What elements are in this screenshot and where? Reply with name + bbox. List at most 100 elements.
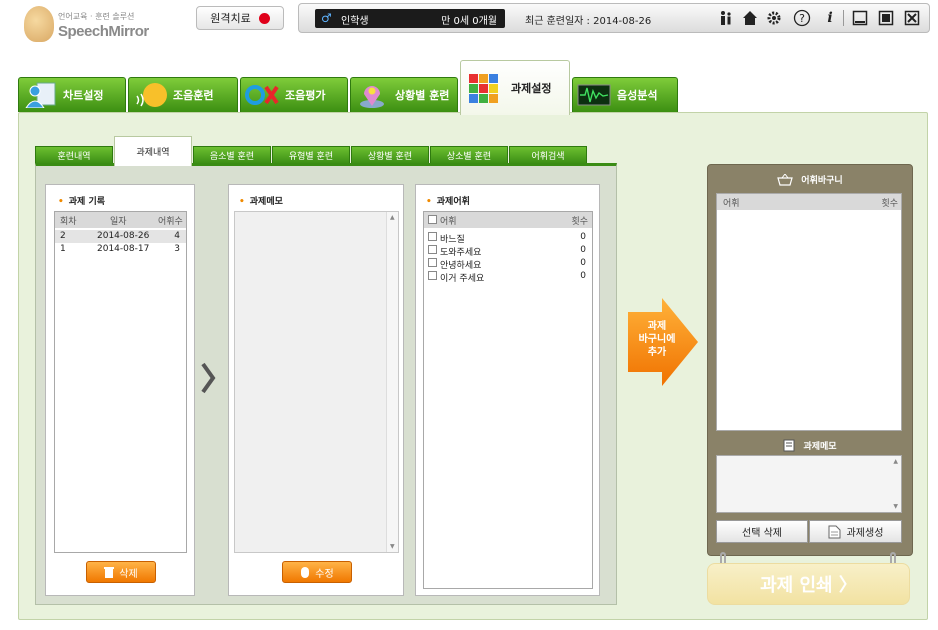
subtab-label: 훈련내역 bbox=[57, 152, 91, 162]
col-count[interactable]: 횟수 bbox=[881, 196, 898, 209]
status-panel: ♂ 인학생 만 0세 0개월 최근 훈련일자 : 2014-08-26 ? i bbox=[298, 3, 930, 33]
row-checkbox[interactable] bbox=[428, 271, 437, 280]
help-icon[interactable]: ? bbox=[793, 9, 811, 27]
table-row[interactable]: 도와주세요 0 bbox=[424, 244, 592, 258]
create-task-button[interactable]: 과제생성 bbox=[809, 520, 902, 543]
logo-head-icon bbox=[24, 6, 54, 42]
patient-age: 만 0세 0개월 bbox=[441, 16, 497, 27]
col-word[interactable]: 어휘 bbox=[723, 196, 740, 209]
tab-articulation-assessment[interactable]: 조음평가 bbox=[240, 77, 348, 112]
subtab-label: 상소별 훈련 bbox=[446, 152, 492, 162]
tab-articulation-training[interactable]: 조음훈련 bbox=[128, 77, 238, 112]
subtab-label: 상황별 훈련 bbox=[367, 152, 413, 162]
basket-title: 어휘바구니 bbox=[801, 176, 843, 186]
waveform-icon bbox=[577, 82, 611, 108]
col-count[interactable]: 횟수 bbox=[571, 214, 588, 227]
col-date[interactable]: 일자 bbox=[110, 214, 127, 227]
scroll-up-icon[interactable]: ▲ bbox=[390, 214, 395, 221]
remote-therapy-button[interactable]: 원격치료 bbox=[196, 6, 284, 30]
select-all-checkbox[interactable] bbox=[428, 215, 437, 224]
table-row[interactable]: 안녕하세요 0 bbox=[424, 257, 592, 271]
delete-button[interactable]: 삭제 bbox=[86, 561, 156, 583]
memo-scrollbar[interactable]: ▲ ▼ bbox=[386, 212, 398, 552]
task-vocab-title: • 과제어휘 bbox=[426, 197, 470, 207]
basket-memo-textarea[interactable]: ▲ ▼ bbox=[716, 455, 902, 513]
cell-count: 0 bbox=[580, 271, 586, 281]
patient-name: 인학생 bbox=[341, 16, 369, 27]
table-row[interactable]: 1 2014-08-17 3 bbox=[55, 243, 186, 256]
minimize-icon[interactable] bbox=[851, 9, 869, 27]
tab-chart-settings[interactable]: 차트설정 bbox=[18, 77, 126, 112]
male-icon: ♂ bbox=[321, 11, 332, 25]
cell-count: 0 bbox=[580, 232, 586, 242]
basket-icon bbox=[777, 173, 794, 186]
subtab-label: 과제내역 bbox=[136, 148, 170, 158]
basket-memo-header: 과제메모 bbox=[708, 439, 912, 452]
logo-name: SpeechMirror bbox=[58, 23, 149, 40]
subtab-type-training[interactable]: 유형별 훈련 bbox=[272, 146, 350, 164]
map-pin-icon bbox=[355, 82, 389, 108]
row-checkbox[interactable] bbox=[428, 258, 437, 267]
subtab-label: 음소별 훈련 bbox=[209, 152, 255, 162]
toolbar-divider bbox=[843, 10, 844, 26]
print-task-label: 과제 인쇄 〉 bbox=[760, 575, 857, 596]
home-icon[interactable] bbox=[741, 9, 759, 27]
table-row[interactable]: 바느질 0 bbox=[424, 231, 592, 245]
logo-subtitle: 언어교육 · 훈련 솔루션 bbox=[58, 12, 135, 21]
subtab-vocab-search[interactable]: 어휘검색 bbox=[509, 146, 587, 164]
trash-icon bbox=[104, 567, 115, 578]
subtab-task-history[interactable]: 과제내역 bbox=[114, 136, 192, 166]
patient-info[interactable]: ♂ 인학생 만 0세 0개월 bbox=[315, 9, 505, 28]
col-round[interactable]: 회차 bbox=[60, 214, 77, 227]
document-icon bbox=[828, 525, 841, 538]
cell-count: 4 bbox=[174, 231, 180, 241]
info-icon[interactable]: i bbox=[821, 9, 839, 27]
cell-date: 2014-08-17 bbox=[97, 244, 150, 254]
app-logo: 언어교육 · 훈련 솔루션 SpeechMirror bbox=[24, 6, 164, 44]
scroll-up-icon[interactable]: ▲ bbox=[893, 458, 898, 465]
subtab-phoneme-training[interactable]: 음소별 훈련 bbox=[193, 146, 271, 164]
task-memo-textarea[interactable]: ▲ ▼ bbox=[234, 211, 399, 553]
subtab-situation-training[interactable]: 상황별 훈련 bbox=[351, 146, 429, 164]
mouse-icon bbox=[301, 566, 310, 578]
subtab-place-training[interactable]: 상소별 훈련 bbox=[430, 146, 508, 164]
add-to-basket-button[interactable]: 과제 바구니에 추가 bbox=[628, 298, 698, 386]
tab-label: 과제설정 bbox=[511, 82, 552, 95]
gear-icon[interactable] bbox=[765, 9, 783, 27]
tab-task-settings[interactable]: 과제설정 bbox=[460, 60, 570, 115]
tab-voice-analysis[interactable]: 음성분석 bbox=[572, 77, 678, 112]
person-icon[interactable] bbox=[717, 9, 735, 27]
row-checkbox[interactable] bbox=[428, 245, 437, 254]
print-task-button[interactable]: 과제 인쇄 〉 bbox=[707, 563, 910, 605]
task-records-box: • 과제 기록 회차 일자 어휘수 2 2014-08-26 4 1 2014-0… bbox=[45, 184, 195, 596]
tab-label: 음성분석 bbox=[617, 89, 658, 102]
scroll-down-icon[interactable]: ▼ bbox=[893, 503, 898, 510]
tab-label: 차트설정 bbox=[63, 89, 104, 102]
restore-icon[interactable] bbox=[877, 9, 895, 27]
basket-list[interactable]: 어휘 횟수 bbox=[716, 193, 902, 431]
table-row[interactable]: 이거 주세요 0 bbox=[424, 270, 592, 284]
tab-situational-training[interactable]: 상황별 훈련 bbox=[350, 77, 458, 112]
basket-memo-title: 과제메모 bbox=[803, 442, 837, 452]
last-training-date: 최근 훈련일자 : 2014-08-26 bbox=[525, 16, 652, 27]
task-vocab-table[interactable]: 어휘 횟수 바느질 0 도와주세요 0 안녕하세요 0 이거 주세요 0 bbox=[423, 211, 593, 589]
person-icon bbox=[23, 82, 57, 109]
table-header: 어휘 횟수 bbox=[717, 194, 901, 210]
edit-button[interactable]: 수정 bbox=[282, 561, 352, 583]
memo-icon bbox=[783, 439, 795, 452]
delete-label: 삭제 bbox=[119, 568, 138, 580]
col-word[interactable]: 어휘 bbox=[440, 214, 457, 227]
close-icon[interactable] bbox=[903, 9, 921, 27]
row-checkbox[interactable] bbox=[428, 232, 437, 241]
scroll-down-icon[interactable]: ▼ bbox=[390, 543, 395, 550]
table-row[interactable]: 2 2014-08-26 4 bbox=[55, 230, 186, 243]
col-count[interactable]: 어휘수 bbox=[158, 214, 183, 227]
delete-selected-button[interactable]: 선택 삭제 bbox=[716, 520, 808, 543]
basket-header: 어휘바구니 bbox=[708, 173, 912, 186]
subtab-training-history[interactable]: 훈련내역 bbox=[35, 146, 113, 164]
create-task-label: 과제생성 bbox=[846, 528, 884, 539]
cube-icon bbox=[465, 68, 505, 108]
task-records-table[interactable]: 회차 일자 어휘수 2 2014-08-26 4 1 2014-08-17 3 bbox=[54, 211, 187, 553]
task-vocab-box: • 과제어휘 어휘 횟수 바느질 0 도와주세요 0 안녕하세요 0 이거 주세요… bbox=[415, 184, 600, 596]
subtab-label: 어휘검색 bbox=[531, 152, 565, 162]
